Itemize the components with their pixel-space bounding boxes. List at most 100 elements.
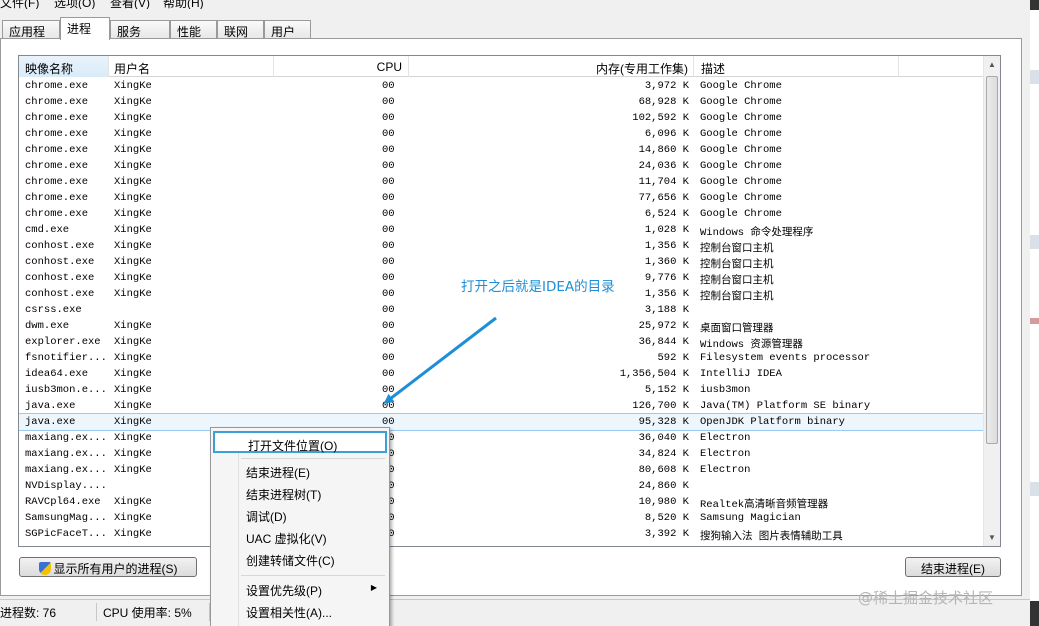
tab-services[interactable]: 服务 [110, 20, 170, 39]
cell-description: Google Chrome [700, 112, 782, 124]
table-row[interactable]: chrome.exe XingKe 00 77,656 K Google Chrome [19, 190, 985, 206]
cell-memory: 1,028 K [644, 224, 689, 236]
scroll-thumb[interactable] [986, 76, 998, 444]
table-row[interactable]: chrome.exe XingKe 00 3,972 K Google Chrome [19, 78, 985, 94]
table-row[interactable]: NVDisplay....0024,860 K [19, 478, 985, 494]
menu-item-debug[interactable]: 调试(D) [213, 504, 387, 526]
cell-description: Google Chrome [700, 192, 782, 204]
cell-memory: 8,520 K [644, 512, 689, 524]
cell-image-name: conhost.exe [25, 288, 95, 300]
scroll-up-icon[interactable]: ▲ [984, 56, 1000, 73]
column-header-image-name[interactable]: 映像名称 [19, 56, 109, 77]
column-header-label: 描述 [701, 62, 726, 76]
table-row[interactable]: chrome.exe XingKe 00 68,928 K Google Chrome [19, 94, 985, 110]
cell-cpu: 00 [382, 144, 395, 156]
uac-shield-icon [38, 562, 51, 575]
menu-item-open-file-location[interactable]: 打开文件位置(O) [213, 431, 387, 453]
column-header-cpu[interactable]: CPU [274, 56, 409, 77]
menu-item-uac-virtualization[interactable]: UAC 虚拟化(V) [213, 526, 387, 548]
cell-user: XingKe [114, 384, 152, 396]
end-process-button[interactable]: 结束进程(E) [905, 557, 1001, 577]
table-row[interactable]: maxiang.ex...XingKe0036,040 KElectron [19, 430, 985, 446]
cell-description: Google Chrome [700, 160, 782, 172]
column-header-description[interactable]: 描述 [694, 56, 899, 77]
process-list[interactable]: 映像名称 用户名 CPU 内存(专用工作集) 描述 chrome.exe Xing… [18, 55, 1001, 547]
table-row[interactable]: iusb3mon.e... XingKe 00 5,152 K iusb3mon [19, 382, 985, 398]
cell-memory: 102,592 K [632, 112, 689, 124]
tab-networking[interactable]: 联网 [217, 20, 264, 39]
cell-image-name: SamsungMag... [25, 512, 107, 524]
menu-help[interactable]: 帮助(H) [163, 0, 204, 9]
table-row[interactable]: fsnotifier... XingKe 00 592 K Filesystem eve… [19, 350, 985, 366]
table-row[interactable]: maxiang.ex...XingKe0034,824 KElectron [19, 446, 985, 462]
cell-memory: 14,860 K [638, 144, 689, 156]
cell-image-name: chrome.exe [25, 112, 89, 124]
table-row[interactable]: conhost.exe XingKe 00 1,360 K 控制台窗口主机 [19, 254, 985, 271]
tab-applications[interactable]: 应用程序 [2, 20, 60, 56]
cell-memory: 9,776 K [644, 272, 689, 284]
annotation-text: 打开之后就是IDEA的目录 [461, 279, 615, 295]
cell-description: 控制台窗口主机 [700, 291, 774, 303]
cell-image-name: chrome.exe [25, 160, 89, 172]
show-all-users-button[interactable]: 显示所有用户的进程(S) [19, 557, 197, 577]
show-all-users-label: 显示所有用户的进程(S) [53, 562, 178, 576]
menu-item-set-affinity[interactable]: 设置相关性(A)... [213, 600, 387, 622]
cell-description: Filesystem events processor [700, 352, 871, 364]
table-row[interactable]: java.exe XingKe 00 95,328 K OpenJDK Platform… [19, 413, 986, 431]
tab-processes[interactable]: 进程 [60, 17, 110, 40]
cell-image-name: RAVCpl64.exe [25, 496, 101, 508]
menu-item-end-process[interactable]: 结束进程(E) [213, 460, 387, 482]
column-header-user[interactable]: 用户名 [109, 56, 274, 77]
table-row[interactable]: dwm.exe XingKe 00 25,972 K 桌面窗口管理器 [19, 318, 985, 335]
table-row[interactable]: csrss.exe 00 3,188 K [19, 302, 985, 318]
cell-description: 桌面窗口管理器 [700, 323, 774, 335]
cell-image-name: maxiang.ex... [25, 448, 107, 460]
menu-item-create-dump-file[interactable]: 创建转储文件(C) [213, 548, 387, 570]
menu-item-set-priority[interactable]: 设置优先级(P) ▶ [213, 578, 387, 600]
table-row[interactable]: RAVCpl64.exeXingKe0010,980 KRealtek高清晰音频… [19, 494, 985, 511]
cell-user: XingKe [114, 288, 152, 300]
menu-view[interactable]: 查看(V) [110, 0, 150, 9]
table-row[interactable]: chrome.exe XingKe 00 14,860 K Google Chrome [19, 142, 985, 158]
cell-image-name: dwm.exe [25, 320, 70, 332]
table-row[interactable]: SamsungMag...XingKe008,520 KSamsung Magi… [19, 510, 985, 526]
cell-cpu: 00 [382, 96, 395, 108]
column-header-label: 内存(专用工作集) [596, 62, 688, 76]
table-row[interactable]: chrome.exe XingKe 00 6,096 K Google Chrome [19, 126, 985, 142]
table-row[interactable]: cmd.exe XingKe 00 1,028 K Windows 命令处理程序 [19, 222, 985, 239]
status-process-count: 进程数: 76 [0, 603, 97, 621]
table-row[interactable]: conhost.exe XingKe 00 1,356 K 控制台窗口主机 [19, 238, 985, 255]
cell-description: Windows 命令处理程序 [700, 227, 814, 239]
tab-users[interactable]: 用户 [264, 20, 311, 39]
table-row[interactable]: idea64.exe XingKe 00 1,356,504 K IntelliJ ID… [19, 366, 985, 382]
column-header-memory[interactable]: 内存(专用工作集) [409, 56, 694, 77]
cell-image-name: idea64.exe [25, 368, 89, 380]
menu-file[interactable]: 文件(F) [0, 0, 39, 9]
tab-strip: 应用程序 进程 服务 性能 联网 用户 [0, 17, 1030, 56]
cell-user: XingKe [114, 224, 152, 236]
tab-performance[interactable]: 性能 [170, 20, 217, 39]
cell-image-name: conhost.exe [25, 256, 95, 268]
cell-cpu: 00 [382, 240, 395, 252]
cell-memory: 592 K [657, 352, 689, 364]
menu-item-end-process-tree[interactable]: 结束进程树(T) [213, 482, 387, 504]
cell-description: 控制台窗口主机 [700, 243, 774, 255]
table-row[interactable]: chrome.exe XingKe 00 11,704 K Google Chrome [19, 174, 985, 190]
cell-image-name: chrome.exe [25, 80, 89, 92]
menu-item-label: 创建转储文件(C) [246, 554, 335, 568]
table-row[interactable]: maxiang.ex...XingKe0080,608 KElectron [19, 462, 985, 478]
scroll-down-icon[interactable]: ▼ [984, 529, 1000, 546]
table-row[interactable]: explorer.exe XingKe 00 36,844 K Windows 资源管理… [19, 334, 985, 351]
column-header-label: CPU [376, 60, 402, 74]
cell-cpu: 00 [382, 272, 395, 284]
table-row[interactable]: SGPicFaceT...XingKe003,392 K搜狗输入法 图片表情辅助… [19, 526, 985, 543]
menu-options[interactable]: 选项(O) [54, 0, 95, 9]
cell-description: 控制台窗口主机 [700, 259, 774, 271]
table-row[interactable]: chrome.exe XingKe 00 102,592 K Google Chrome [19, 110, 985, 126]
vertical-scrollbar[interactable]: ▲ ▼ [983, 56, 1000, 546]
table-row[interactable]: java.exe XingKe 00 126,700 K Java(TM) Platfo… [19, 398, 985, 414]
table-row[interactable]: chrome.exe XingKe 00 6,524 K Google Chrome [19, 206, 985, 222]
cell-cpu: 00 [382, 320, 395, 332]
cell-description: Windows 资源管理器 [700, 339, 803, 351]
table-row[interactable]: chrome.exe XingKe 00 24,036 K Google Chrome [19, 158, 985, 174]
